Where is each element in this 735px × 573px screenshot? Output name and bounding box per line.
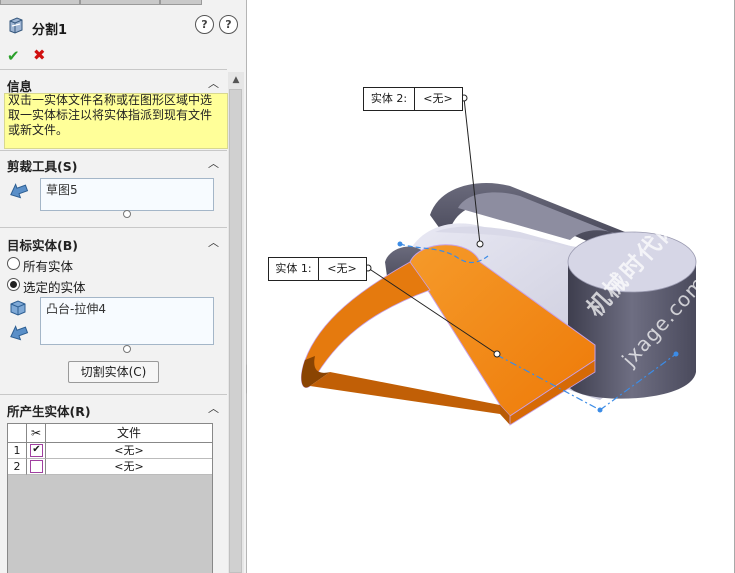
- callout-body2[interactable]: 实体 2: <无>: [363, 87, 463, 111]
- feature-title: 分割1: [32, 23, 68, 38]
- trim-tools-title: 剪裁工具(S): [7, 159, 78, 174]
- target-bodies-title: 目标实体(B): [7, 238, 78, 253]
- callout-body1-label: 实体 1:: [269, 258, 319, 280]
- info-message-text: 双击一实体文件名称或在图形区域中选取一实体标注以将实体指派到现有文件或新文件。: [8, 93, 213, 137]
- resize-grip[interactable]: [123, 210, 131, 218]
- whats-wrong-help-button[interactable]: ?: [195, 15, 214, 34]
- resize-grip[interactable]: [123, 345, 131, 353]
- row-file[interactable]: <无>: [46, 443, 212, 459]
- info-message-box: 双击一实体文件名称或在图形区域中选取一实体标注以将实体指派到现有文件或新文件。: [4, 93, 228, 149]
- radio-selected-bodies-label[interactable]: 选定的实体: [23, 277, 86, 296]
- selected-body-bottom[interactable]: [310, 372, 500, 414]
- cut-bodies-button[interactable]: 切割实体(C): [68, 361, 159, 383]
- solid-body-icon: [10, 300, 26, 316]
- divider: [0, 150, 227, 151]
- scroll-thumb[interactable]: [229, 89, 242, 573]
- callout-body2-label: 实体 2:: [364, 88, 415, 110]
- feature-header: 分割1 ? ? ✔ ✖: [0, 6, 246, 70]
- sketch-point[interactable]: [673, 351, 679, 357]
- property-manager: 分割1 ? ? ✔ ✖ ▲ 信息 ︿ 双击一实体文件名称或在图形区域中选取一实体…: [0, 0, 247, 573]
- resulting-bodies-collapse-chevron-icon[interactable]: ︿: [208, 400, 219, 416]
- header-num-cell: [8, 424, 27, 442]
- resulting-bodies-title: 所产生实体(R): [7, 404, 91, 419]
- tab-property-manager[interactable]: [80, 0, 160, 5]
- target-body-selection-box[interactable]: 凸台-拉伸4: [40, 297, 214, 345]
- callout-body2-value[interactable]: <无>: [415, 88, 461, 110]
- tab-feature-manager[interactable]: [0, 0, 80, 5]
- target-body-selected-item[interactable]: 凸台-拉伸4: [46, 300, 106, 317]
- property-manager-scrollbar[interactable]: ▲: [228, 72, 244, 573]
- trim-tool-selection-box[interactable]: 草图5: [40, 178, 214, 211]
- sketch-point[interactable]: [397, 241, 403, 247]
- divider: [0, 394, 227, 395]
- tab-configuration-manager[interactable]: [160, 0, 202, 5]
- row-file[interactable]: <无>: [46, 459, 212, 475]
- scroll-up-arrow-icon[interactable]: ▲: [228, 72, 244, 88]
- divider: [0, 227, 227, 228]
- divider: [0, 69, 227, 70]
- callout-leader-body2: [463, 97, 481, 245]
- leader-anchor[interactable]: [476, 240, 484, 248]
- table-row[interactable]: 2 <无>: [8, 459, 212, 475]
- selection-arrow-icon: [10, 325, 29, 341]
- radio-selected-bodies[interactable]: [7, 278, 20, 291]
- checkbox-unchecked[interactable]: [30, 460, 43, 473]
- trim-tools-collapse-chevron-icon[interactable]: ︿: [208, 155, 219, 171]
- model-view[interactable]: [247, 0, 734, 573]
- callout-body1[interactable]: 实体 1: <无>: [268, 257, 367, 281]
- ok-button[interactable]: ✔: [7, 47, 20, 65]
- sketch-point[interactable]: [597, 407, 603, 413]
- table-header: ✂ 文件: [8, 424, 212, 443]
- checkbox-checked[interactable]: ✔: [30, 444, 43, 457]
- resulting-bodies-table: ✂ 文件 1 ✔ <无> 2 <无>: [7, 423, 213, 573]
- selection-arrow-icon: [10, 183, 29, 199]
- target-bodies-collapse-chevron-icon[interactable]: ︿: [208, 234, 219, 250]
- table-row[interactable]: 1 ✔ <无>: [8, 443, 212, 459]
- radio-all-bodies[interactable]: [7, 257, 20, 270]
- split-feature-icon: [9, 17, 23, 34]
- callout-body1-value[interactable]: <无>: [319, 258, 365, 280]
- manager-tabs: [0, 0, 246, 5]
- radio-all-bodies-label[interactable]: 所有实体: [23, 256, 73, 275]
- trim-tool-selected-item[interactable]: 草图5: [46, 181, 78, 198]
- row-check-cell[interactable]: ✔: [27, 443, 46, 459]
- row-check-cell[interactable]: [27, 459, 46, 475]
- graphics-area[interactable]: 机械时代网 jxage.com: [247, 0, 734, 573]
- help-button[interactable]: ?: [219, 15, 238, 34]
- leader-anchor[interactable]: [493, 350, 501, 358]
- header-file[interactable]: 文件: [46, 424, 212, 442]
- row-number: 1: [8, 443, 27, 459]
- info-collapse-chevron-icon[interactable]: ︿: [208, 75, 219, 91]
- scissors-icon: ✂: [27, 424, 46, 442]
- row-number: 2: [8, 459, 27, 475]
- cancel-button[interactable]: ✖: [33, 46, 46, 64]
